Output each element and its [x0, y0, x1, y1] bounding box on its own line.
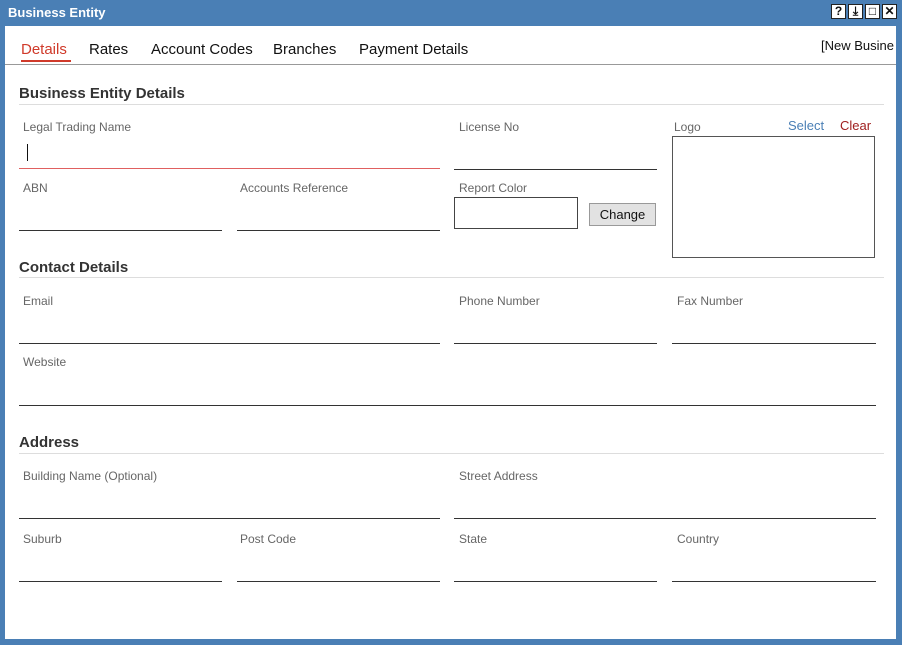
tab-payment-details[interactable]: Payment Details [359, 41, 468, 58]
help-icon[interactable]: ? [831, 4, 846, 19]
website-input[interactable] [19, 405, 876, 406]
post-code-label: Post Code [240, 532, 297, 546]
abn-input[interactable] [19, 230, 222, 231]
change-color-button[interactable]: Change [589, 203, 656, 226]
street-address-input[interactable] [454, 518, 876, 519]
window-title: Business Entity [8, 5, 106, 20]
email-input[interactable] [19, 343, 440, 344]
section-address: Address [19, 434, 80, 451]
abn-label: ABN [23, 181, 48, 195]
accounts-reference-input[interactable] [237, 230, 440, 231]
state-label: State [459, 532, 488, 546]
building-name-input[interactable] [19, 518, 440, 519]
download-icon[interactable]: ⤓ [848, 4, 863, 19]
section-divider [19, 104, 884, 105]
section-divider [19, 453, 884, 454]
section-business-entity-details: Business Entity Details [19, 85, 185, 102]
country-label: Country [677, 532, 720, 546]
phone-number-input[interactable] [454, 343, 657, 344]
select-logo-link[interactable]: Select [788, 118, 824, 133]
post-code-input[interactable] [237, 581, 440, 582]
title-bar: Business Entity ? ⤓ □ ✕ [0, 0, 902, 26]
suburb-label: Suburb [23, 532, 62, 546]
license-no-input[interactable] [454, 169, 657, 170]
tab-details[interactable]: Details [21, 41, 67, 58]
fax-number-label: Fax Number [677, 294, 744, 308]
suburb-input[interactable] [19, 581, 222, 582]
phone-number-label: Phone Number [459, 294, 540, 308]
logo-preview[interactable] [672, 136, 875, 258]
tab-branches[interactable]: Branches [273, 41, 336, 58]
license-no-label: License No [459, 120, 520, 134]
text-cursor [27, 144, 28, 161]
fax-number-input[interactable] [672, 343, 876, 344]
report-color-label: Report Color [459, 181, 528, 195]
legal-trading-name-label: Legal Trading Name [23, 120, 132, 134]
report-color-swatch[interactable] [454, 197, 578, 229]
country-input[interactable] [672, 581, 876, 582]
form-panel: Details Rates Account Codes Branches Pay… [5, 26, 896, 639]
accounts-reference-label: Accounts Reference [240, 181, 349, 195]
clear-logo-link[interactable]: Clear [840, 118, 871, 133]
logo-label: Logo [674, 120, 701, 134]
legal-trading-name-input[interactable] [19, 168, 440, 169]
street-address-label: Street Address [459, 469, 538, 483]
section-divider [19, 277, 884, 278]
building-name-label: Building Name (Optional) [23, 469, 158, 483]
maximize-icon[interactable]: □ [865, 4, 880, 19]
section-contact-details: Contact Details [19, 259, 129, 276]
window-controls: ? ⤓ □ ✕ [831, 4, 897, 19]
email-label: Email [23, 294, 54, 308]
tab-bar: Details Rates Account Codes Branches Pay… [5, 26, 896, 65]
state-input[interactable] [454, 581, 657, 582]
close-icon[interactable]: ✕ [882, 4, 897, 19]
website-label: Website [23, 355, 67, 369]
record-status-label: [New Busine [821, 38, 894, 53]
business-entity-window: Business Entity ? ⤓ □ ✕ Details Rates Ac… [0, 0, 902, 645]
tab-account-codes[interactable]: Account Codes [151, 41, 253, 58]
active-tab-indicator [21, 60, 71, 62]
tab-rates[interactable]: Rates [89, 41, 128, 58]
